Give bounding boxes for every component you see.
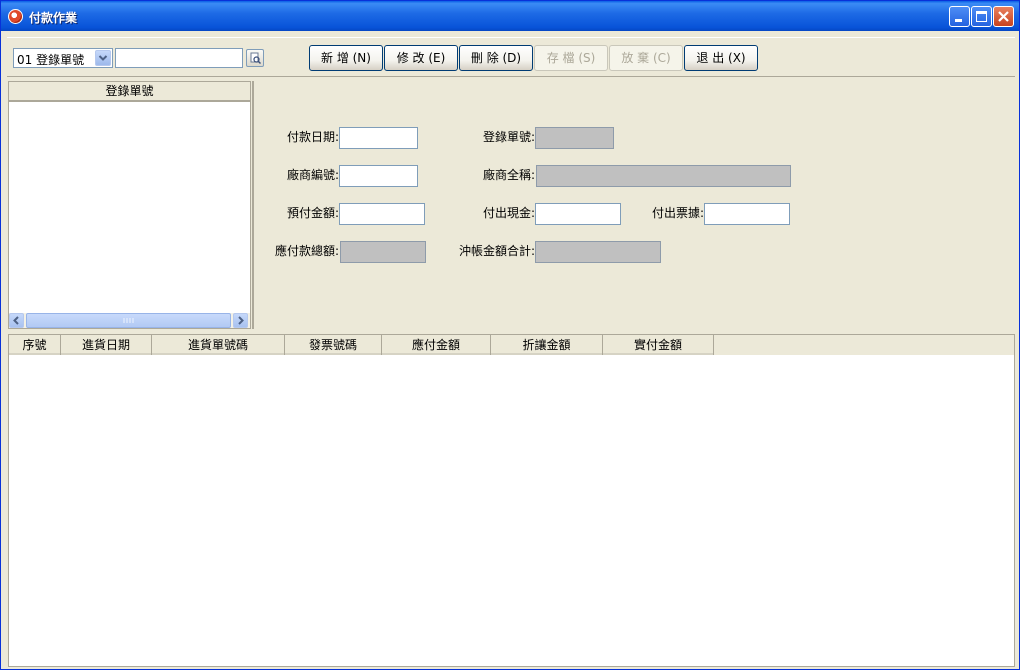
minimize-icon [955, 19, 962, 22]
total-payable-input [340, 241, 426, 263]
col-seq[interactable]: 序號 [9, 335, 61, 355]
vertical-splitter[interactable] [252, 81, 254, 329]
vendor-name-label: 廠商全稱: [482, 168, 535, 182]
pay-date-label: 付款日期: [286, 130, 339, 144]
list-header[interactable]: 登錄單號 [9, 82, 250, 102]
col-discount[interactable]: 折讓金額 [491, 335, 603, 355]
search-field-label: 01 登錄單號 [17, 53, 85, 67]
reg-no-label: 登錄單號: [482, 130, 535, 144]
col-purchase-date[interactable]: 進貨日期 [61, 335, 152, 355]
registration-list[interactable]: 登錄單號 [8, 81, 251, 329]
edit-button[interactable]: 修 改 (E) [384, 45, 458, 71]
vendor-name-input [536, 165, 791, 187]
app-window: 付款作業 01 登錄單號 新 增 (N) 修 改 (E) 刪 除 (D) 存 檔… [0, 0, 1020, 670]
app-icon [8, 9, 23, 24]
window-title: 付款作業 [29, 11, 78, 25]
toolbar: 01 登錄單號 新 增 (N) 修 改 (E) 刪 除 (D) 存 檔 (S) … [7, 37, 1015, 77]
exit-button[interactable]: 退 出 (X) [684, 45, 758, 71]
bill-out-input[interactable] [704, 203, 790, 225]
chevron-down-icon[interactable] [95, 50, 111, 66]
col-payable[interactable]: 應付金額 [382, 335, 491, 355]
maximize-button[interactable] [971, 6, 992, 27]
pay-date-input[interactable] [339, 127, 418, 149]
save-button[interactable]: 存 檔 (S) [534, 45, 608, 71]
title-bar[interactable]: 付款作業 [1, 1, 1019, 31]
vendor-no-input[interactable] [339, 165, 418, 187]
search-input[interactable] [115, 48, 243, 68]
cash-out-input[interactable] [535, 203, 621, 225]
cancel-button[interactable]: 放 棄 (C) [609, 45, 683, 71]
horizontal-scrollbar[interactable] [9, 313, 250, 328]
scroll-left-icon[interactable] [9, 313, 24, 328]
col-invoice-no[interactable]: 發票號碼 [285, 335, 382, 355]
add-button[interactable]: 新 增 (N) [309, 45, 383, 71]
col-actual-paid[interactable]: 實付金額 [603, 335, 714, 355]
lookup-button[interactable] [246, 49, 264, 67]
cash-out-label: 付出現金: [482, 206, 535, 220]
offset-total-input [535, 241, 661, 263]
grid-header: 序號 進貨日期 進貨單號碼 發票號碼 應付金額 折讓金額 實付金額 [9, 335, 714, 355]
grid-header-filler [714, 335, 1014, 355]
payment-detail-grid[interactable]: 序號 進貨日期 進貨單號碼 發票號碼 應付金額 折讓金額 實付金額 [8, 334, 1015, 667]
vendor-no-label: 廠商編號: [286, 168, 339, 182]
search-field-select[interactable]: 01 登錄單號 [13, 48, 113, 68]
prepaid-label: 預付金額: [286, 206, 339, 220]
maximize-icon [976, 11, 987, 22]
bill-out-label: 付出票據: [651, 206, 704, 220]
col-purchase-no[interactable]: 進貨單號碼 [152, 335, 285, 355]
delete-button[interactable]: 刪 除 (D) [459, 45, 533, 71]
scroll-thumb[interactable] [26, 313, 231, 328]
prepaid-input[interactable] [339, 203, 425, 225]
close-icon [998, 11, 1009, 22]
reg-no-input [535, 127, 614, 149]
total-payable-label: 應付款總額: [274, 244, 339, 258]
lookup-icon [250, 52, 261, 64]
close-button[interactable] [993, 6, 1014, 27]
payment-form: 付款日期: 登錄單號: 廠商編號: 廠商全稱: 預付金額: 付出現金: 付出票據… [255, 81, 1015, 329]
offset-total-label: 沖帳金額合計: [458, 244, 535, 258]
minimize-button[interactable] [949, 6, 970, 27]
scroll-right-icon[interactable] [233, 313, 248, 328]
